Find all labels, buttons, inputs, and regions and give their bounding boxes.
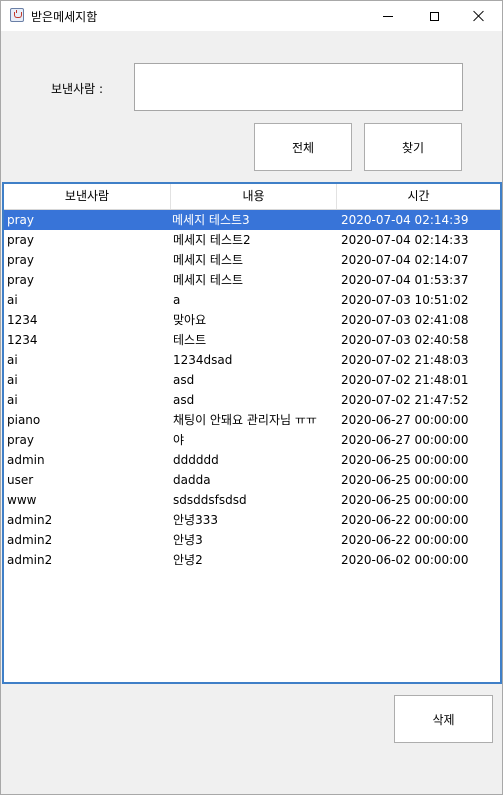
window-title: 받은메세지함 [31,10,98,24]
cell-content: 안녕333 [173,513,218,527]
cell-sender: ai [7,393,18,407]
table-row[interactable]: pray 메세지 테스트3 2020-07-04 02:14:39 [4,210,500,230]
cell-content: 메세지 테스트 [173,273,244,287]
table-row[interactable]: pray 야 2020-06-27 00:00:00 [4,430,500,450]
cell-sender: user [7,473,34,487]
minimize-button[interactable] [365,1,411,31]
cell-time: 2020-07-03 10:51:02 [341,293,469,307]
cell-sender: ai [7,293,18,307]
find-button[interactable]: 찾기 [364,123,462,171]
cell-time: 2020-07-03 02:41:08 [341,313,469,327]
minimize-icon [383,15,393,17]
table-row[interactable]: ai 1234dsad 2020-07-02 21:48:03 [4,350,500,370]
cell-content: 메세지 테스트3 [172,213,250,227]
cell-time: 2020-06-25 00:00:00 [341,453,469,467]
table-row[interactable]: piano 채팅이 안돼요 관리자님 ㅠㅠ 2020-06-27 00:00:00 [4,410,500,430]
cell-sender: pray [7,433,35,447]
table-row[interactable]: www sdsddsfsdsd 2020-06-25 00:00:00 [4,490,500,510]
table-row[interactable]: admin2 안녕3 2020-06-22 00:00:00 [4,530,500,550]
table-row[interactable]: admin dddddd 2020-06-25 00:00:00 [4,450,500,470]
table-row[interactable]: ai asd 2020-07-02 21:47:52 [4,390,500,410]
cell-time: 2020-07-04 02:14:33 [341,233,469,247]
close-button[interactable] [456,1,502,31]
cell-content: 메세지 테스트 [173,253,244,267]
cell-content: asd [173,373,195,387]
cell-time: 2020-07-02 21:47:52 [341,393,469,407]
table-row[interactable]: user dadda 2020-06-25 00:00:00 [4,470,500,490]
cell-time: 2020-07-03 02:40:58 [341,333,469,347]
cell-time: 2020-06-25 00:00:00 [341,493,469,507]
sender-input[interactable] [134,63,463,111]
cell-time: 2020-07-02 21:48:01 [341,373,469,387]
cell-sender: piano [7,413,41,427]
table-row[interactable]: admin2 안녕2 2020-06-02 00:00:00 [4,550,500,570]
cell-content: dddddd [173,453,219,467]
cell-content: 안녕3 [173,533,203,547]
table-row[interactable]: 1234 맞아요 2020-07-03 02:41:08 [4,310,500,330]
cell-sender: 1234 [7,333,38,347]
delete-button[interactable]: 삭제 [394,695,493,743]
column-header-content[interactable]: 내용 [171,184,337,209]
cell-sender: admin [7,453,45,467]
cell-content: dadda [173,473,211,487]
cell-sender: pray [7,213,35,227]
cell-time: 2020-06-22 00:00:00 [341,533,469,547]
cell-time: 2020-07-04 01:53:37 [341,273,469,287]
cell-content: 테스트 [173,333,207,347]
title-bar[interactable]: 받은메세지함 [1,1,502,31]
cell-sender: ai [7,373,18,387]
table-row[interactable]: admin2 안녕333 2020-06-22 00:00:00 [4,510,500,530]
cell-sender: pray [7,273,35,287]
table-header: 보낸사람 내용 시간 [4,184,500,210]
message-table[interactable]: 보낸사람 내용 시간 pray 메세지 테스트3 2020-07-04 02:14:… [2,182,502,684]
cell-time: 2020-07-04 02:14:39 [341,213,469,227]
cell-sender: 1234 [7,313,38,327]
cell-time: 2020-06-25 00:00:00 [341,473,469,487]
table-row[interactable]: pray 메세지 테스트 2020-07-04 01:53:37 [4,270,500,290]
cell-sender: admin2 [7,553,53,567]
table-row[interactable]: ai a 2020-07-03 10:51:02 [4,290,500,310]
cell-time: 2020-06-02 00:00:00 [341,553,469,567]
cell-content: 맞아요 [173,313,207,327]
java-cup-icon [10,8,24,22]
cell-time: 2020-07-02 21:48:03 [341,353,469,367]
cell-time: 2020-07-04 02:14:07 [341,253,469,267]
cell-time: 2020-06-27 00:00:00 [341,433,469,447]
maximize-button[interactable] [411,1,457,31]
cell-time: 2020-06-27 00:00:00 [341,413,469,427]
cell-time: 2020-06-22 00:00:00 [341,513,469,527]
maximize-icon [429,11,439,21]
cell-content: 야 [173,433,185,447]
cell-content: 1234dsad [173,353,233,367]
cell-sender: admin2 [7,533,53,547]
inbox-window: 받은메세지함 보낸사람 : 전체 찾기 보낸사람 내용 시간 pray 메세지 테… [0,0,503,795]
cell-content: 메세지 테스트2 [173,233,251,247]
cell-sender: admin2 [7,513,53,527]
table-row[interactable]: pray 메세지 테스트2 2020-07-04 02:14:33 [4,230,500,250]
column-header-sender[interactable]: 보낸사람 [4,184,171,209]
cell-sender: pray [7,233,35,247]
cell-content: asd [173,393,195,407]
table-row[interactable]: ai asd 2020-07-02 21:48:01 [4,370,500,390]
show-all-button[interactable]: 전체 [254,123,352,171]
table-row[interactable]: pray 메세지 테스트 2020-07-04 02:14:07 [4,250,500,270]
table-body: pray 메세지 테스트3 2020-07-04 02:14:39 pray 메세지 테… [4,210,500,570]
cell-content: 채팅이 안돼요 관리자님 ㅠㅠ [173,413,317,427]
cell-content: 안녕2 [173,553,203,567]
cell-sender: www [7,493,37,507]
table-row[interactable]: 1234 테스트 2020-07-03 02:40:58 [4,330,500,350]
cell-sender: ai [7,353,18,367]
close-icon [473,10,485,22]
sender-label: 보낸사람 : [51,82,104,96]
cell-content: a [173,293,181,307]
cell-content: sdsddsfsdsd [173,493,247,507]
cell-sender: pray [7,253,35,267]
column-header-time[interactable]: 시간 [337,184,500,209]
